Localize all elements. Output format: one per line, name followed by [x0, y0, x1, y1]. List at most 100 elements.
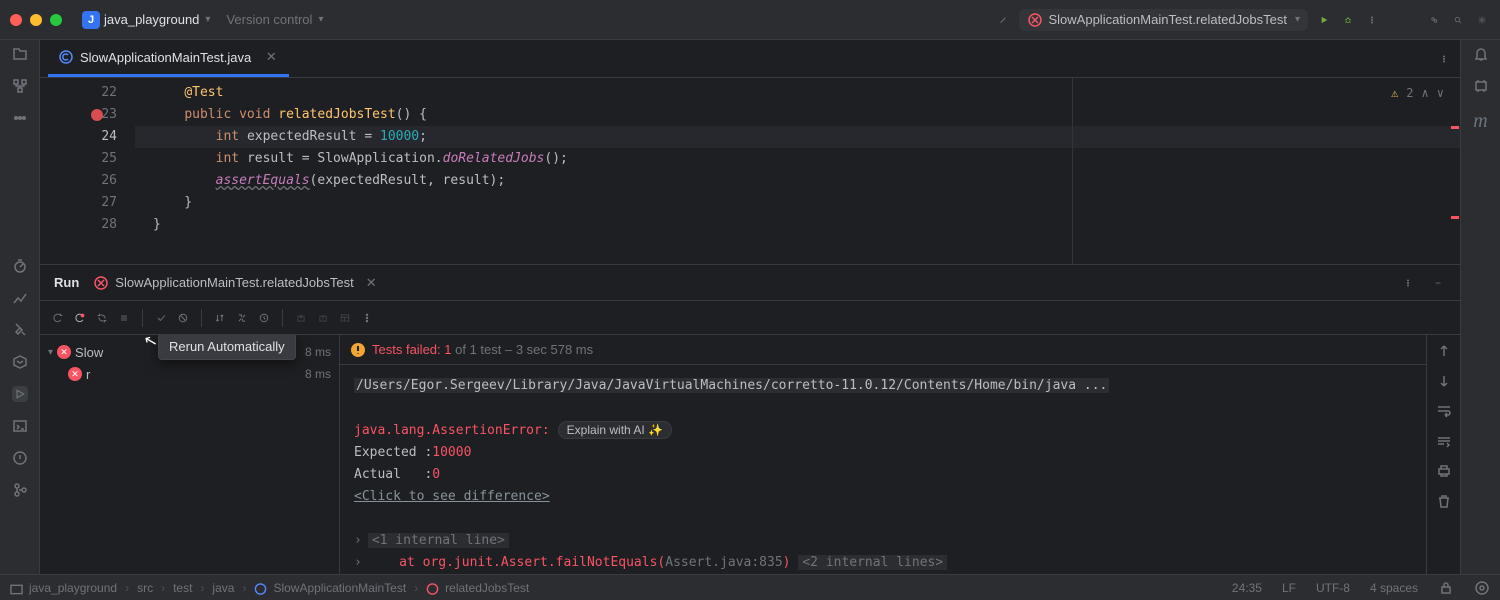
fold-chevron-icon[interactable]: ›: [354, 533, 362, 548]
run-button[interactable]: [1316, 12, 1332, 28]
project-name: java_playground: [104, 12, 199, 27]
breadcrumb-item[interactable]: java_playground: [29, 581, 117, 595]
collab-icon[interactable]: [1426, 12, 1442, 28]
explain-ai-chip[interactable]: Explain with AI: [558, 421, 672, 439]
console-side-toolbar: [1426, 335, 1460, 574]
prev-highlight-icon[interactable]: ∧: [1422, 82, 1429, 104]
test-tree[interactable]: ↖ Rerun Automatically ▾ ✕ Slow 8 ms ✕ r …: [40, 335, 340, 574]
inspection-widget[interactable]: ⚠ 2 ∧ ∨: [1391, 82, 1444, 104]
clear-icon[interactable]: [1436, 493, 1452, 509]
project-tool-icon[interactable]: [12, 46, 28, 62]
print-icon[interactable]: [1436, 463, 1452, 479]
show-passed-icon[interactable]: [153, 310, 169, 326]
diff-link[interactable]: <Click to see difference>: [354, 489, 550, 504]
folded-lines[interactable]: <1 internal line>: [368, 533, 509, 548]
line-number: 26: [101, 170, 117, 192]
error-stripe[interactable]: [1451, 126, 1459, 129]
import-icon[interactable]: [293, 310, 309, 326]
close-tab-icon[interactable]: ✕: [263, 49, 279, 65]
line-separator[interactable]: LF: [1282, 581, 1296, 595]
breadcrumb-item[interactable]: SlowApplicationMainTest: [273, 581, 406, 595]
indent[interactable]: 4 spaces: [1370, 581, 1418, 595]
toolbar-more-icon[interactable]: [359, 310, 375, 326]
java-class-icon: [58, 49, 74, 65]
gutter: 22 23 24 25 26 27 28: [40, 78, 135, 264]
console: Tests failed: 1 of 1 test – 3 sec 578 ms…: [340, 335, 1426, 574]
warning-round-icon: [350, 342, 366, 358]
soft-wrap-icon[interactable]: [1436, 403, 1452, 419]
left-tool-rail: [0, 40, 40, 574]
profiler-tool-icon[interactable]: [12, 258, 28, 274]
scroll-down-icon[interactable]: [1436, 373, 1452, 389]
run-toolbar: [40, 301, 1460, 335]
run-config-selector[interactable]: SlowApplicationMainTest.relatedJobsTest …: [1019, 9, 1309, 31]
close-window[interactable]: [10, 14, 22, 26]
rerun-auto-icon[interactable]: [94, 310, 110, 326]
java-command: /Users/Egor.Sergeev/Library/Java/JavaVir…: [354, 378, 1109, 393]
graph-tool-icon[interactable]: [12, 290, 28, 306]
chevron-down-icon: ▾: [1295, 14, 1300, 25]
services-tool-icon[interactable]: [12, 354, 28, 370]
ruler-icon[interactable]: [995, 12, 1011, 28]
caret-position[interactable]: 24:35: [1232, 581, 1262, 595]
inspection-profile-icon[interactable]: [1474, 580, 1490, 596]
test-time: 8 ms: [305, 345, 331, 359]
structure-tool-icon[interactable]: [12, 78, 28, 94]
stop-icon[interactable]: [116, 310, 132, 326]
warning-count: 2: [1406, 82, 1413, 104]
run-panel-tab[interactable]: SlowApplicationMainTest.relatedJobsTest …: [93, 275, 376, 291]
expand-all-icon[interactable]: [234, 310, 250, 326]
scroll-to-end-icon[interactable]: [1436, 433, 1452, 449]
code-editor[interactable]: 22 23 24 25 26 27 28 @Test public void r…: [40, 78, 1460, 264]
folded-lines[interactable]: <2 internal lines>: [798, 555, 947, 570]
maven-tool-icon[interactable]: m: [1473, 110, 1487, 133]
notifications-icon[interactable]: [1473, 46, 1489, 62]
editor-tab[interactable]: SlowApplicationMainTest.java ✕: [48, 40, 289, 77]
zoom-window[interactable]: [50, 14, 62, 26]
run-panel-more-icon[interactable]: [1400, 275, 1416, 291]
breadcrumb-item[interactable]: java: [212, 581, 234, 595]
breadcrumb-item[interactable]: relatedJobsTest: [445, 581, 529, 595]
readonly-icon[interactable]: [1438, 580, 1454, 596]
minimize-window[interactable]: [30, 14, 42, 26]
export-icon[interactable]: [315, 310, 331, 326]
next-highlight-icon[interactable]: ∨: [1437, 82, 1444, 104]
breadcrumb-item[interactable]: src: [137, 581, 153, 595]
rerun-icon[interactable]: [50, 310, 66, 326]
encoding[interactable]: UTF-8: [1316, 581, 1350, 595]
layout-icon[interactable]: [337, 310, 353, 326]
fail-icon: ✕: [68, 367, 82, 381]
debug-button[interactable]: [1340, 12, 1356, 28]
sort-icon[interactable]: [212, 310, 228, 326]
test-class-name: Slow: [75, 345, 103, 360]
console-output[interactable]: /Users/Egor.Sergeev/Library/Java/JavaVir…: [340, 365, 1426, 574]
build-tool-icon[interactable]: [12, 322, 28, 338]
test-tree-item[interactable]: ✕ r 8 ms: [40, 363, 339, 385]
problems-tool-icon[interactable]: [12, 450, 28, 466]
chevron-down-icon: ▾: [318, 14, 323, 25]
close-tab-icon[interactable]: ✕: [366, 275, 377, 291]
fold-chevron-icon[interactable]: ›: [354, 555, 362, 570]
search-icon[interactable]: [1450, 12, 1466, 28]
show-ignored-icon[interactable]: [175, 310, 191, 326]
project-selector[interactable]: J java_playground ▾: [78, 7, 214, 33]
more-actions-icon[interactable]: [1364, 12, 1380, 28]
breadcrumb-item[interactable]: test: [173, 581, 192, 595]
ai-tool-icon[interactable]: [1473, 78, 1489, 94]
test-method-name: r: [86, 367, 90, 382]
vcs-tool-icon[interactable]: [12, 482, 28, 498]
more-tools-icon[interactable]: [12, 110, 28, 126]
vcs-menu[interactable]: Version control ▾: [222, 8, 327, 31]
settings-icon[interactable]: [1474, 12, 1490, 28]
run-tool-icon[interactable]: [12, 386, 28, 402]
history-icon[interactable]: [256, 310, 272, 326]
scroll-up-icon[interactable]: [1436, 343, 1452, 359]
code-area[interactable]: @Test public void relatedJobsTest() { in…: [135, 78, 1460, 264]
editor-more-icon[interactable]: [1436, 51, 1452, 67]
fail-icon: ✕: [57, 345, 71, 359]
rerun-failed-icon[interactable]: [72, 310, 88, 326]
terminal-tool-icon[interactable]: [12, 418, 28, 434]
error-stripe[interactable]: [1451, 216, 1459, 219]
right-tool-rail: m: [1460, 40, 1500, 574]
minimize-panel-icon[interactable]: [1430, 275, 1446, 291]
